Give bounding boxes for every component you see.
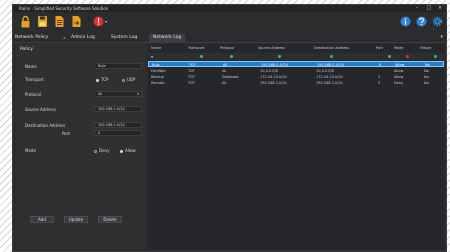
minimize-button[interactable]: – <box>412 5 422 12</box>
transport-udp-radio[interactable]: UDP <box>122 77 135 82</box>
save-icon[interactable] <box>37 15 48 28</box>
destination-address-label: Destination Address <box>25 123 66 128</box>
mode-allow-radio[interactable]: Allow <box>120 148 136 153</box>
filter-status-icon[interactable] <box>406 55 409 58</box>
cell-source: 192.168.2.0/24 <box>260 81 287 85</box>
add-button[interactable]: Add <box>30 216 54 223</box>
table-row[interactable]: Rule TCP All 192.168.1.0/24 192.168.1.0/… <box>148 61 444 67</box>
port-label: Port <box>62 131 70 136</box>
column-header-protocol[interactable]: Protocol <box>220 46 234 50</box>
column-header-name[interactable]: Name <box>151 46 161 50</box>
document-icon[interactable] <box>54 15 65 28</box>
port-field[interactable]: 0 <box>94 130 142 136</box>
help-icon[interactable] <box>416 15 427 28</box>
maximize-button[interactable]: □ <box>424 5 434 12</box>
filter-status-icon[interactable] <box>200 55 203 58</box>
transport-label: Transport <box>25 77 44 82</box>
table-header: Name Transport Protocol Source Address D… <box>148 46 444 52</box>
delete-button[interactable]: Delete <box>98 216 122 223</box>
filter-icon[interactable]: ▾ <box>151 54 153 59</box>
protocol-select[interactable]: All ▾ <box>94 91 142 97</box>
source-address-label: Source Address <box>25 107 56 112</box>
radio-dot <box>96 78 99 82</box>
column-header-transport[interactable]: Transport <box>188 46 204 50</box>
update-button[interactable]: Update <box>64 216 88 223</box>
chevron-down-icon[interactable]: ▾ <box>105 19 107 24</box>
mode-deny-radio[interactable]: Deny <box>94 148 109 153</box>
column-header-source[interactable]: Source Address <box>258 46 285 50</box>
cell-destination: 192.168.2.0/24 <box>316 81 343 85</box>
app-window: Rainn - Simplified Security Software Sol… <box>12 4 447 252</box>
mode-label: Mode <box>25 148 36 153</box>
radio-dot <box>122 78 125 82</box>
gear-icon[interactable] <box>432 15 443 28</box>
tab-bar: Network Policy × Admin Log System Log Ne… <box>13 34 446 43</box>
cell-mode: Deny <box>394 81 404 85</box>
filter-status-icon[interactable] <box>434 55 437 58</box>
source-address-field[interactable]: 192.168.1.0/24 <box>94 106 142 112</box>
toolbar: ▾ <box>13 12 446 33</box>
window-title: Rainn - Simplified Security Software Sol… <box>19 6 109 11</box>
info-icon[interactable] <box>400 15 411 28</box>
close-window-button[interactable]: × <box>435 5 445 12</box>
column-header-destination[interactable]: Destination Address <box>314 46 349 50</box>
filter-row: ▾ <box>148 53 444 60</box>
tab-network-policy[interactable]: Network Policy <box>15 34 48 42</box>
cell-port: 3 <box>378 81 381 85</box>
tab-system-log[interactable]: System Log <box>111 34 137 42</box>
filter-status-icon[interactable] <box>388 55 391 58</box>
chevron-down-icon: ▾ <box>137 92 139 96</box>
cell-transport: TCP <box>188 81 195 85</box>
filter-status-icon[interactable] <box>330 55 333 58</box>
title-bar: Rainn - Simplified Security Software Sol… <box>13 5 446 12</box>
network-log-table: Name Transport Protocol Source Address D… <box>148 44 444 249</box>
cell-hits: No <box>424 81 429 85</box>
protocol-label: Protocol <box>25 92 42 97</box>
policy-panel: Policy Name Rule Transport TCP UDP Proto… <box>16 44 146 249</box>
tab-admin-log[interactable]: Admin Log <box>71 34 95 42</box>
lock-icon[interactable] <box>20 15 31 28</box>
table-row[interactable]: Remote TCP All 192.168.2.0/24 192.168.2.… <box>148 80 444 86</box>
name-field[interactable]: Rule <box>94 63 142 69</box>
tab-close-icon[interactable]: × <box>63 34 66 42</box>
cell-protocol: All <box>222 81 227 85</box>
radio-dot <box>94 149 97 153</box>
radio-dot <box>120 149 123 153</box>
policy-section-title: Policy <box>20 47 33 52</box>
transport-tcp-radio[interactable]: TCP <box>96 77 108 82</box>
column-header-hits[interactable]: Hits/yr <box>420 46 432 50</box>
destination-address-field[interactable]: 192.168.1.0/24 <box>94 122 142 128</box>
tab-menu-icon[interactable]: ▾ <box>440 34 443 40</box>
export-icon[interactable] <box>71 15 82 28</box>
cell-name: Remote <box>151 81 165 85</box>
filter-status-icon[interactable] <box>230 55 233 58</box>
name-label: Name <box>25 64 37 69</box>
tab-network-log[interactable]: Network Log <box>149 34 186 42</box>
column-header-port[interactable]: Port <box>376 46 383 50</box>
filter-status-icon[interactable] <box>278 55 281 58</box>
alert-icon[interactable] <box>93 15 104 28</box>
column-header-mode[interactable]: Mode <box>394 46 404 50</box>
